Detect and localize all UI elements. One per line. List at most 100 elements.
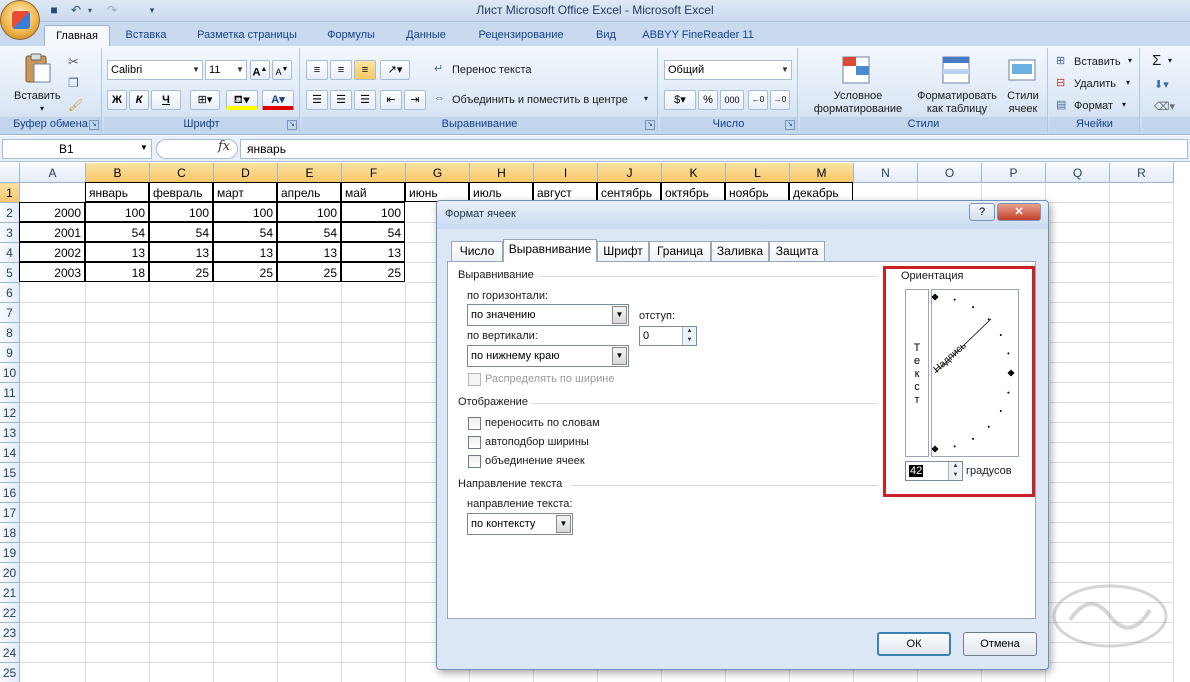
- cell-e17[interactable]: [278, 503, 342, 523]
- formula-input[interactable]: январь: [240, 139, 1188, 159]
- cell-f4[interactable]: 13: [341, 242, 405, 262]
- cell-e2[interactable]: 100: [277, 202, 341, 222]
- cell-c19[interactable]: [150, 543, 214, 563]
- cell-q19[interactable]: [1046, 543, 1110, 563]
- row-header-21[interactable]: 21: [0, 583, 20, 603]
- tab-page-layout[interactable]: Разметка страницы: [186, 25, 308, 46]
- row-header-23[interactable]: 23: [0, 623, 20, 643]
- cell-e4[interactable]: 13: [277, 242, 341, 262]
- shrink-checkbox[interactable]: [468, 436, 481, 449]
- cell-f1[interactable]: май: [341, 182, 405, 202]
- column-header-i[interactable]: I: [534, 163, 598, 183]
- cell-r8[interactable]: [1110, 323, 1174, 343]
- align-right-button[interactable]: ☰: [354, 90, 376, 110]
- cell-q12[interactable]: [1046, 403, 1110, 423]
- merge-dropdown-icon[interactable]: ▾: [644, 94, 648, 103]
- cell-e13[interactable]: [278, 423, 342, 443]
- dialog-tab-protection[interactable]: Защита: [769, 241, 825, 261]
- cell-b13[interactable]: [86, 423, 150, 443]
- orientation-button[interactable]: ↗▾: [380, 60, 410, 80]
- row-header-25[interactable]: 25: [0, 663, 20, 682]
- percent-button[interactable]: %: [698, 90, 718, 110]
- cell-q15[interactable]: [1046, 463, 1110, 483]
- cell-d5[interactable]: 25: [213, 262, 277, 282]
- cell-c20[interactable]: [150, 563, 214, 583]
- cell-f11[interactable]: [342, 383, 406, 403]
- cell-f10[interactable]: [342, 363, 406, 383]
- cell-b19[interactable]: [86, 543, 150, 563]
- cell-f13[interactable]: [342, 423, 406, 443]
- cell-f5[interactable]: 25: [341, 262, 405, 282]
- column-header-k[interactable]: K: [662, 163, 726, 183]
- row-header-20[interactable]: 20: [0, 563, 20, 583]
- cell-b12[interactable]: [86, 403, 150, 423]
- decrease-decimal-button[interactable]: →0: [770, 90, 790, 110]
- row-header-2[interactable]: 2: [0, 203, 20, 223]
- cell-j1[interactable]: сентябрь: [597, 182, 661, 202]
- cell-d18[interactable]: [214, 523, 278, 543]
- bold-button[interactable]: Ж: [107, 90, 127, 110]
- cell-a10[interactable]: [20, 363, 86, 383]
- cell-c1[interactable]: февраль: [149, 182, 213, 202]
- cell-r11[interactable]: [1110, 383, 1174, 403]
- cell-d17[interactable]: [214, 503, 278, 523]
- cell-e20[interactable]: [278, 563, 342, 583]
- cell-q8[interactable]: [1046, 323, 1110, 343]
- cell-h1[interactable]: июль: [469, 182, 533, 202]
- cell-b25[interactable]: [86, 663, 150, 682]
- cell-a9[interactable]: [20, 343, 86, 363]
- cell-f14[interactable]: [342, 443, 406, 463]
- cell-e25[interactable]: [278, 663, 342, 682]
- cell-r2[interactable]: [1110, 203, 1174, 223]
- cell-r7[interactable]: [1110, 303, 1174, 323]
- align-left-button[interactable]: ☰: [306, 90, 328, 110]
- column-header-c[interactable]: C: [150, 163, 214, 183]
- thousands-button[interactable]: 000: [720, 90, 744, 110]
- font-name-dropdown-icon[interactable]: ▼: [190, 61, 202, 79]
- number-launcher-icon[interactable]: ↘: [785, 120, 795, 130]
- cell-f25[interactable]: [342, 663, 406, 682]
- row-header-17[interactable]: 17: [0, 503, 20, 523]
- cell-f2[interactable]: 100: [341, 202, 405, 222]
- row-header-1[interactable]: 1: [0, 183, 20, 203]
- tab-home[interactable]: Главная: [44, 25, 110, 46]
- cell-styles-button[interactable]: Стили ячеек: [1000, 90, 1046, 116]
- cancel-button[interactable]: Отмена: [963, 632, 1037, 656]
- cell-b14[interactable]: [86, 443, 150, 463]
- cell-a1[interactable]: [20, 183, 86, 203]
- indent-stepper[interactable]: 0 ▲ ▼: [639, 326, 697, 346]
- cell-a20[interactable]: [20, 563, 86, 583]
- vertical-select[interactable]: по нижнему краю ▼: [467, 345, 629, 367]
- cell-e11[interactable]: [278, 383, 342, 403]
- cell-e9[interactable]: [278, 343, 342, 363]
- column-header-m[interactable]: M: [790, 163, 854, 183]
- cell-q16[interactable]: [1046, 483, 1110, 503]
- conditional-format-button[interactable]: Условное форматирование: [806, 90, 910, 116]
- row-header-9[interactable]: 9: [0, 343, 20, 363]
- cell-f19[interactable]: [342, 543, 406, 563]
- cell-b11[interactable]: [86, 383, 150, 403]
- close-button[interactable]: ✕: [997, 203, 1041, 221]
- cell-g1[interactable]: июнь: [405, 182, 469, 202]
- merge-center-button[interactable]: Объединить и поместить в центре: [452, 94, 628, 106]
- column-header-l[interactable]: L: [726, 163, 790, 183]
- cell-c16[interactable]: [150, 483, 214, 503]
- cell-f15[interactable]: [342, 463, 406, 483]
- cell-e15[interactable]: [278, 463, 342, 483]
- cell-a15[interactable]: [20, 463, 86, 483]
- fill-down-icon[interactable]: ⬇▾: [1154, 78, 1169, 91]
- horizontal-dropdown-icon[interactable]: ▼: [612, 306, 627, 324]
- cell-r9[interactable]: [1110, 343, 1174, 363]
- cell-c6[interactable]: [150, 283, 214, 303]
- copy-icon[interactable]: ❐: [68, 76, 79, 90]
- font-launcher-icon[interactable]: ↘: [287, 120, 297, 130]
- tab-abbyy[interactable]: ABBYY FineReader 11: [636, 25, 760, 46]
- cell-d8[interactable]: [214, 323, 278, 343]
- row-header-16[interactable]: 16: [0, 483, 20, 503]
- tab-view[interactable]: Вид: [584, 25, 628, 46]
- cell-i1[interactable]: август: [533, 182, 597, 202]
- cell-f21[interactable]: [342, 583, 406, 603]
- cell-c11[interactable]: [150, 383, 214, 403]
- cell-a24[interactable]: [20, 643, 86, 663]
- column-header-r[interactable]: R: [1110, 163, 1174, 183]
